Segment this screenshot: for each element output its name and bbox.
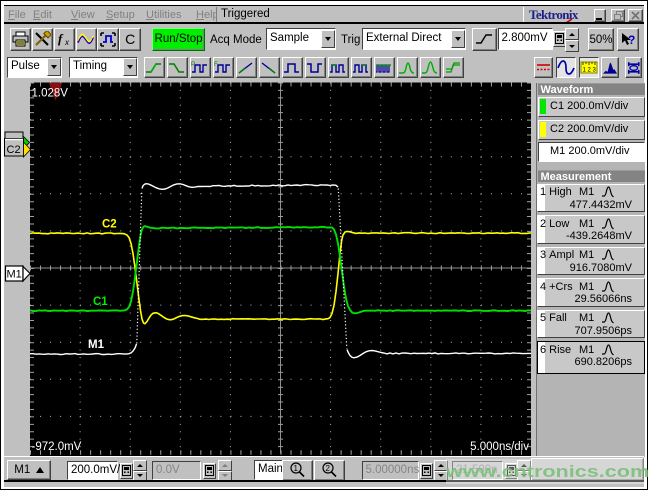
svg-text:1.028V: 1.028V — [32, 88, 69, 100]
svg-text:2: 2 — [326, 464, 331, 473]
svg-text:-972.0mV: -972.0mV — [32, 441, 82, 453]
svg-text:C2: C2 — [7, 144, 21, 156]
svg-text:M1: M1 — [88, 339, 105, 351]
svg-text:C1: C1 — [93, 296, 108, 308]
svg-text:5.000ns/div: 5.000ns/div — [470, 441, 529, 453]
svg-text:1: 1 — [294, 464, 299, 473]
svg-text:M1: M1 — [7, 269, 22, 281]
svg-text:C2: C2 — [102, 219, 117, 231]
